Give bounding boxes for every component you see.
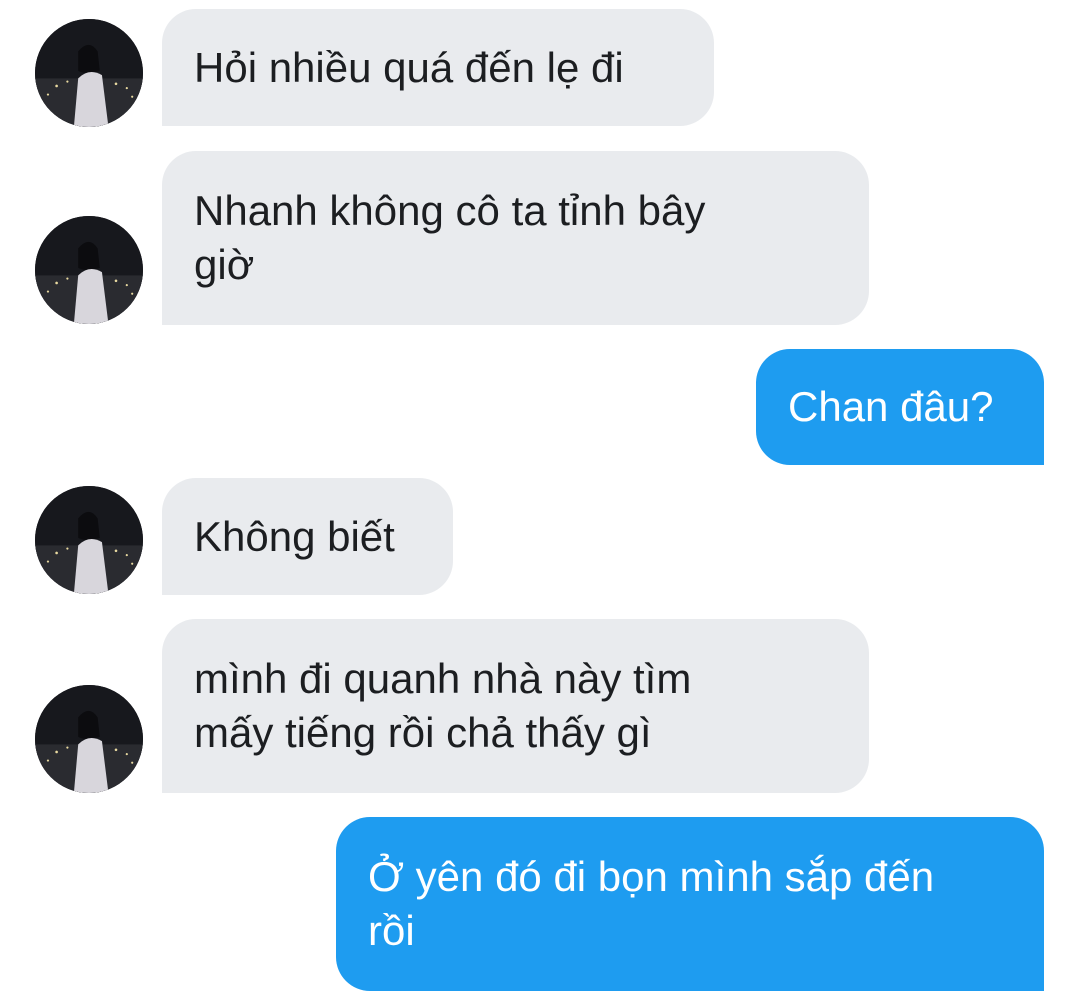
contact-avatar[interactable] bbox=[35, 486, 143, 594]
message-text: Hỏi nhiều quá đến lẹ đi bbox=[194, 43, 624, 91]
message-bubble-received[interactable]: mình đi quanh nhà này tìm mấy tiếng rồi … bbox=[162, 619, 869, 793]
message-bubble-sent[interactable]: Chan đâu? bbox=[756, 349, 1044, 465]
avatar-photo-icon bbox=[35, 685, 143, 793]
avatar-photo-icon bbox=[35, 216, 143, 324]
contact-avatar[interactable] bbox=[35, 685, 143, 793]
message-text: Chan đâu? bbox=[788, 383, 994, 430]
contact-avatar[interactable] bbox=[35, 216, 143, 324]
avatar-photo-icon bbox=[35, 19, 143, 127]
avatar-photo-icon bbox=[35, 486, 143, 594]
message-bubble-received[interactable]: Hỏi nhiều quá đến lẹ đi bbox=[162, 9, 714, 126]
message-text: Ở yên đó đi bọn mình sắp đến rồi bbox=[368, 853, 935, 954]
contact-avatar[interactable] bbox=[35, 19, 143, 127]
message-text: Nhanh không cô ta tỉnh bây giờ bbox=[194, 187, 706, 288]
message-bubble-received[interactable]: Nhanh không cô ta tỉnh bây giờ bbox=[162, 151, 869, 325]
message-text: Không biết bbox=[194, 512, 395, 560]
message-bubble-sent[interactable]: Ở yên đó đi bọn mình sắp đến rồi bbox=[336, 817, 1044, 991]
message-bubble-received[interactable]: Không biết bbox=[162, 478, 453, 595]
message-text: mình đi quanh nhà này tìm mấy tiếng rồi … bbox=[194, 655, 692, 756]
